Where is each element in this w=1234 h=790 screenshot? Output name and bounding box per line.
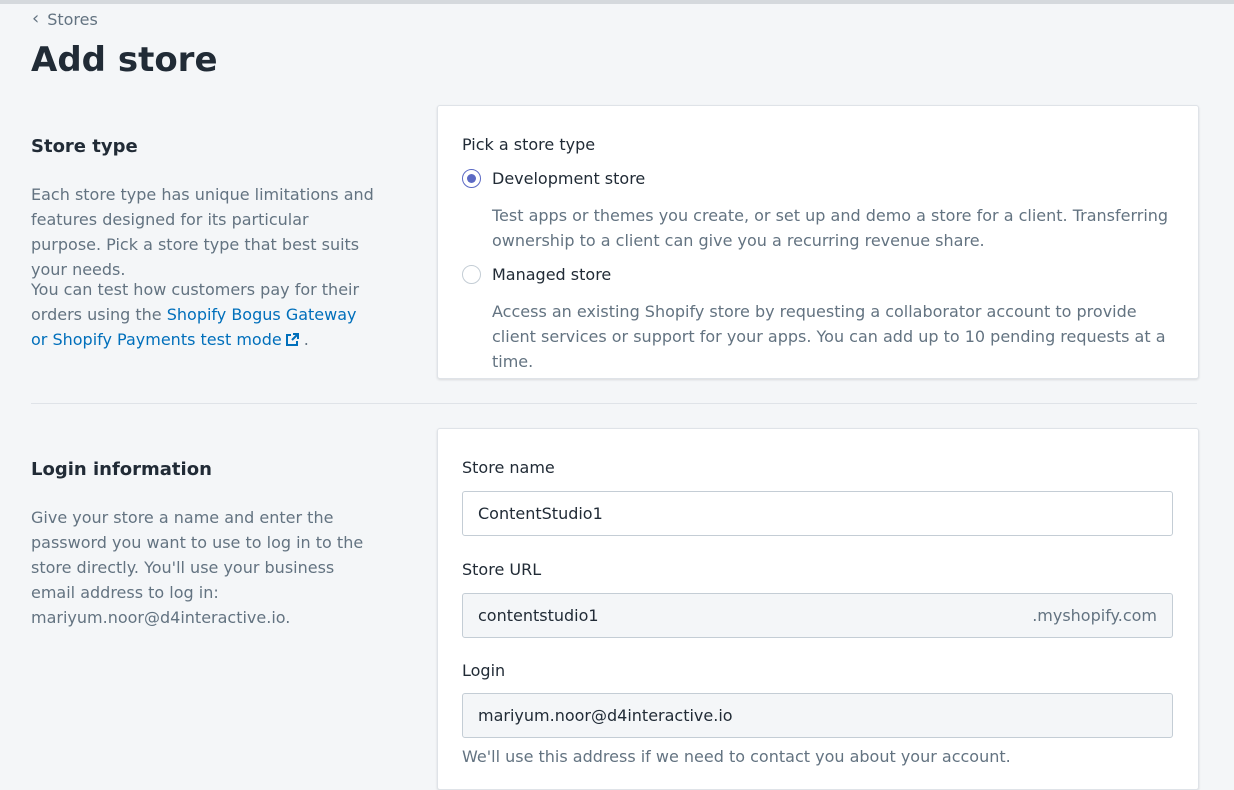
store-url-input[interactable]: contentstudio1 .myshopify.com: [462, 593, 1173, 638]
top-border: [0, 0, 1234, 4]
store-url-label: Store URL: [462, 560, 542, 579]
breadcrumb-back-link[interactable]: ‹ Stores: [32, 7, 98, 29]
external-link-icon: [285, 333, 299, 346]
store-name-label: Store name: [462, 458, 555, 477]
store-url-value: contentstudio1: [478, 606, 599, 625]
test-payments-text-after: .: [298, 330, 309, 349]
radio-development-store[interactable]: Development store: [462, 169, 645, 188]
managed-store-radio[interactable]: [462, 265, 481, 284]
managed-store-label: Managed store: [492, 265, 612, 284]
login-info-description: Give your store a name and enter the pas…: [31, 508, 364, 627]
test-payments-text: You can test how customers pay for their…: [31, 277, 376, 352]
login-email-note: We'll use this address if we need to con…: [462, 747, 1011, 766]
store-type-card: Pick a store type Development store Test…: [437, 105, 1199, 379]
development-store-help: Test apps or themes you create, or set u…: [492, 206, 1169, 250]
page-title: Add store: [31, 40, 218, 80]
store-name-value: ContentStudio1: [478, 504, 603, 523]
login-info-heading: Login information: [31, 459, 212, 480]
radio-selected-dot: [467, 174, 476, 183]
login-label: Login: [462, 661, 506, 680]
login-email-input[interactable]: mariyum.noor@d4interactive.io: [462, 693, 1173, 738]
store-url-suffix: .myshopify.com: [1032, 606, 1157, 625]
store-type-group-label: Pick a store type: [462, 135, 596, 154]
chevron-left-icon: ‹: [32, 7, 40, 29]
store-type-description: Each store type has unique limitations a…: [31, 185, 374, 279]
development-store-radio[interactable]: [462, 169, 481, 188]
development-store-label: Development store: [492, 169, 646, 188]
radio-managed-store[interactable]: Managed store: [462, 265, 611, 284]
store-type-heading: Store type: [31, 136, 138, 157]
section-divider: [31, 403, 1197, 404]
login-info-card: Store name ContentStudio1 Store URL cont…: [437, 428, 1199, 790]
managed-store-help: Access an existing Shopify store by requ…: [492, 302, 1166, 371]
store-name-input[interactable]: ContentStudio1: [462, 491, 1173, 536]
login-email-value: mariyum.noor@d4interactive.io: [478, 706, 733, 725]
breadcrumb-label: Stores: [47, 10, 98, 29]
